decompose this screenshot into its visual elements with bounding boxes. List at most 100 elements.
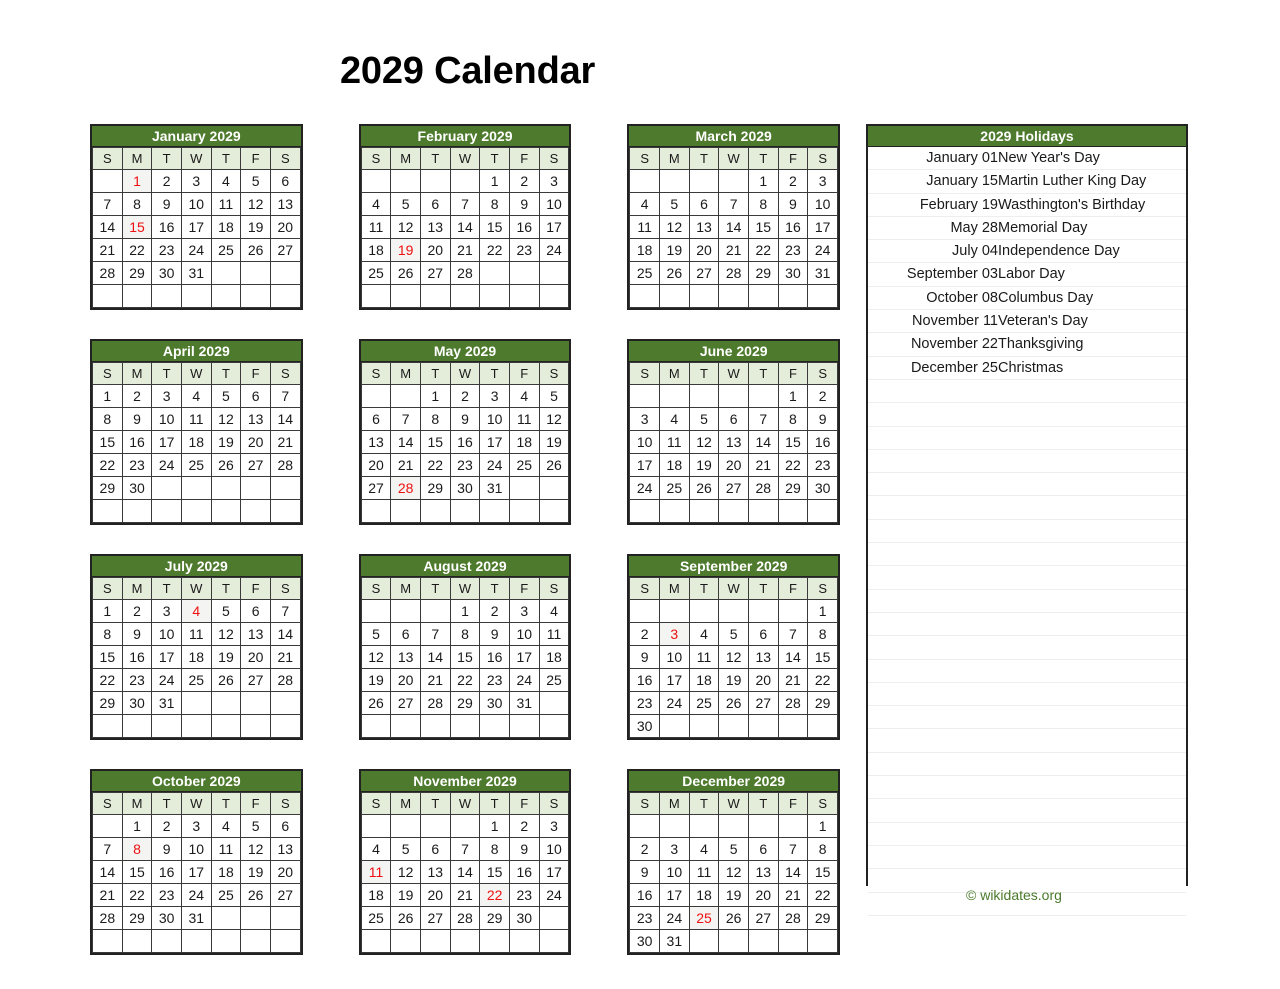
day-cell[interactable]: 22 <box>92 453 123 477</box>
day-cell[interactable]: 20 <box>240 430 271 454</box>
day-cell[interactable]: 1 <box>419 384 451 408</box>
day-cell[interactable]: 18 <box>360 238 392 262</box>
day-cell[interactable]: 17 <box>508 645 540 669</box>
day-cell[interactable]: 4 <box>180 384 212 408</box>
day-cell[interactable]: 26 <box>240 238 271 262</box>
day-cell[interactable]: 25 <box>360 261 392 285</box>
day-cell[interactable]: 20 <box>390 668 421 692</box>
day-cell[interactable]: 14 <box>777 860 809 884</box>
day-cell[interactable]: 1 <box>777 384 809 408</box>
day-cell[interactable]: 31 <box>659 929 690 953</box>
day-cell[interactable]: 3 <box>629 407 660 431</box>
day-cell[interactable]: 5 <box>240 169 271 193</box>
day-cell[interactable]: 9 <box>807 407 839 431</box>
day-cell[interactable]: 23 <box>508 238 540 262</box>
day-cell[interactable]: 7 <box>777 837 809 861</box>
day-cell[interactable]: 23 <box>121 668 153 692</box>
day-cell[interactable]: 21 <box>269 645 301 669</box>
day-cell[interactable]: 30 <box>629 929 660 953</box>
day-cell[interactable]: 20 <box>269 860 301 884</box>
day-cell[interactable]: 20 <box>747 668 779 692</box>
day-cell[interactable]: 14 <box>449 215 481 239</box>
day-cell[interactable]: 29 <box>807 906 839 930</box>
day-cell[interactable]: 31 <box>807 261 839 285</box>
day-cell[interactable]: 20 <box>747 883 779 907</box>
day-cell[interactable]: 2 <box>629 837 660 861</box>
day-cell[interactable]: 6 <box>360 407 392 431</box>
day-cell[interactable]: 3 <box>538 814 570 838</box>
day-cell[interactable]: 23 <box>807 453 839 477</box>
day-cell[interactable]: 13 <box>269 192 301 216</box>
day-cell[interactable]: 24 <box>629 476 660 500</box>
day-cell[interactable]: 16 <box>508 860 540 884</box>
day-cell[interactable]: 2 <box>121 384 153 408</box>
day-cell[interactable]: 13 <box>718 430 749 454</box>
day-cell[interactable]: 13 <box>747 860 779 884</box>
day-cell[interactable]: 24 <box>180 238 212 262</box>
day-cell[interactable]: 13 <box>269 837 301 861</box>
day-cell[interactable]: 26 <box>718 691 749 715</box>
day-cell[interactable]: 31 <box>151 691 182 715</box>
day-cell[interactable]: 1 <box>92 599 123 623</box>
day-cell[interactable]: 4 <box>688 837 720 861</box>
day-cell[interactable]: 8 <box>807 837 839 861</box>
day-cell[interactable]: 19 <box>538 430 570 454</box>
day-cell[interactable]: 23 <box>629 906 660 930</box>
day-cell[interactable]: 5 <box>718 622 749 646</box>
day-cell[interactable]: 29 <box>449 691 481 715</box>
day-cell[interactable]: 11 <box>508 407 540 431</box>
day-cell[interactable]: 24 <box>151 453 182 477</box>
day-cell[interactable]: 27 <box>240 668 271 692</box>
day-cell[interactable]: 11 <box>210 837 242 861</box>
day-cell[interactable]: 6 <box>718 407 749 431</box>
day-cell[interactable]: 21 <box>449 238 481 262</box>
day-cell[interactable]: 12 <box>718 645 749 669</box>
day-cell[interactable]: 15 <box>777 430 809 454</box>
day-cell[interactable]: 13 <box>419 215 451 239</box>
day-cell[interactable]: 29 <box>121 906 153 930</box>
day-cell[interactable]: 17 <box>538 215 570 239</box>
day-cell[interactable]: 31 <box>508 691 540 715</box>
day-cell[interactable]: 4 <box>629 192 660 216</box>
day-cell[interactable]: 16 <box>807 430 839 454</box>
day-cell[interactable]: 2 <box>479 599 510 623</box>
day-cell[interactable]: 1 <box>807 599 839 623</box>
day-cell[interactable]: 10 <box>538 192 570 216</box>
day-cell[interactable]: 27 <box>688 261 720 285</box>
day-cell[interactable]: 25 <box>629 261 660 285</box>
day-cell[interactable]: 28 <box>449 261 481 285</box>
day-cell[interactable]: 17 <box>807 215 839 239</box>
day-cell[interactable]: 11 <box>360 215 392 239</box>
day-cell[interactable]: 27 <box>747 691 779 715</box>
day-cell[interactable]: 10 <box>807 192 839 216</box>
day-cell[interactable]: 18 <box>180 645 212 669</box>
day-cell[interactable]: 14 <box>269 622 301 646</box>
day-cell[interactable]: 1 <box>92 384 123 408</box>
day-cell[interactable]: 22 <box>419 453 451 477</box>
day-cell[interactable]: 11 <box>538 622 570 646</box>
day-cell[interactable]: 12 <box>210 407 242 431</box>
day-cell[interactable]: 2 <box>508 814 540 838</box>
day-cell[interactable]: 3 <box>538 169 570 193</box>
day-cell[interactable]: 21 <box>747 453 779 477</box>
day-cell[interactable]: 14 <box>92 860 123 884</box>
day-cell[interactable]: 29 <box>807 691 839 715</box>
day-cell[interactable]: 8 <box>479 192 510 216</box>
day-cell[interactable]: 10 <box>180 837 212 861</box>
day-cell[interactable]: 5 <box>538 384 570 408</box>
day-cell[interactable]: 5 <box>718 837 749 861</box>
day-cell[interactable]: 6 <box>240 599 271 623</box>
day-cell[interactable]: 31 <box>479 476 510 500</box>
day-cell[interactable]: 26 <box>210 453 242 477</box>
day-cell[interactable]: 25 <box>180 453 212 477</box>
day-cell[interactable]: 17 <box>180 215 212 239</box>
day-cell[interactable]: 30 <box>479 691 510 715</box>
day-cell[interactable]: 18 <box>688 883 720 907</box>
day-cell-holiday[interactable]: 22 <box>479 883 510 907</box>
day-cell[interactable]: 14 <box>718 215 749 239</box>
day-cell[interactable]: 8 <box>449 622 481 646</box>
day-cell[interactable]: 1 <box>449 599 481 623</box>
day-cell[interactable]: 6 <box>269 814 301 838</box>
day-cell[interactable]: 27 <box>269 883 301 907</box>
day-cell[interactable]: 19 <box>210 645 242 669</box>
